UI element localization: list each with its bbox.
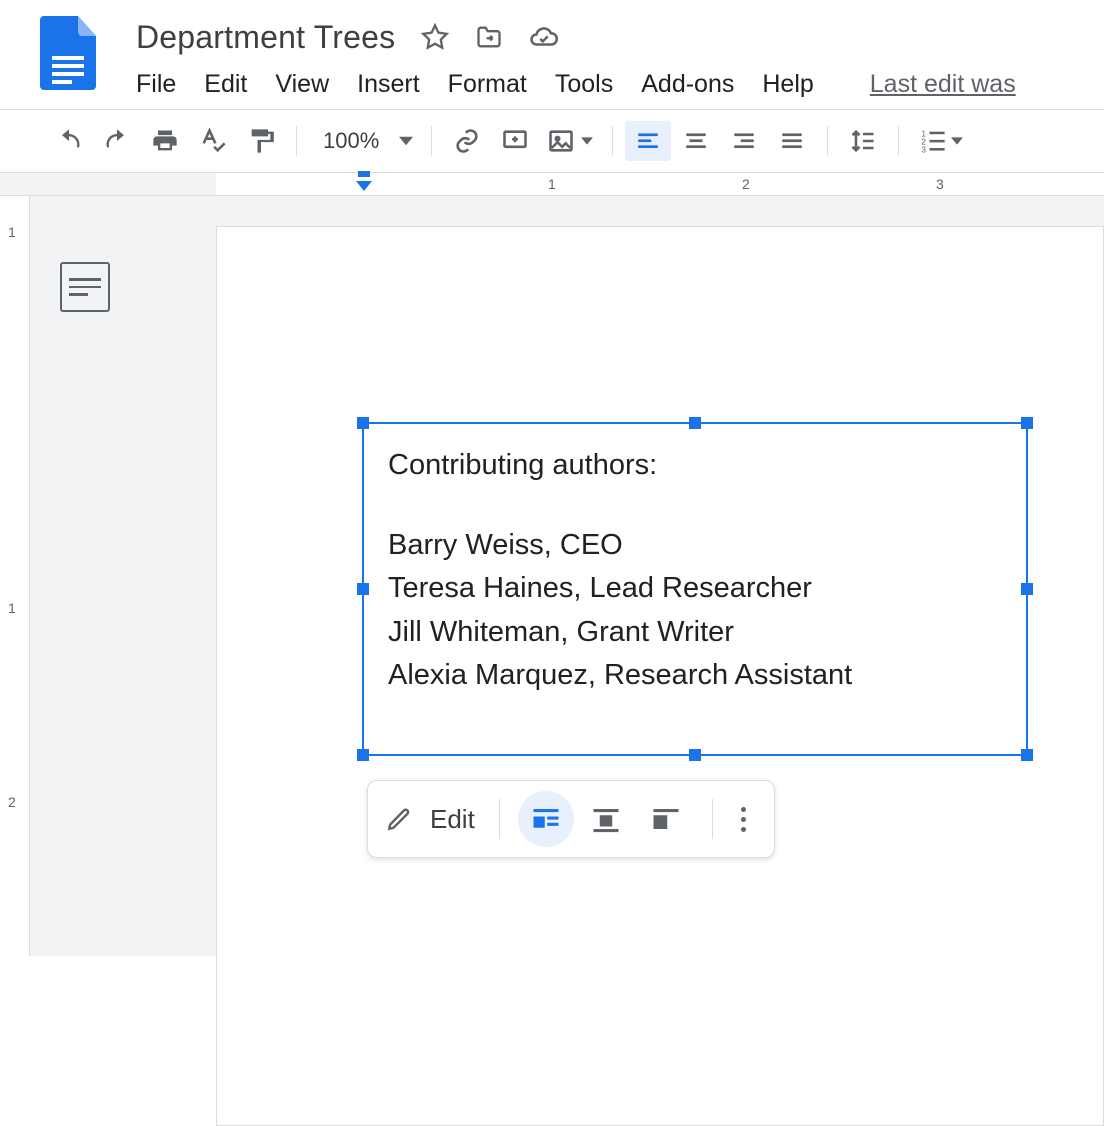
resize-handle[interactable] xyxy=(357,749,369,761)
wrap-behind-button[interactable] xyxy=(638,791,694,847)
resize-handle[interactable] xyxy=(357,583,369,595)
spellcheck-button[interactable] xyxy=(190,121,236,161)
resize-handle[interactable] xyxy=(1021,417,1033,429)
menu-help[interactable]: Help xyxy=(762,70,813,99)
menu-insert[interactable]: Insert xyxy=(357,70,420,99)
wrap-inline-button[interactable] xyxy=(518,791,574,847)
menu-view[interactable]: View xyxy=(275,70,329,99)
textbox-line: Barry Weiss, CEO xyxy=(388,524,1002,568)
menu-addons[interactable]: Add-ons xyxy=(641,70,734,99)
textbox-line: Jill Whiteman, Grant Writer xyxy=(388,611,1002,655)
menu-edit[interactable]: Edit xyxy=(204,70,247,99)
resize-handle[interactable] xyxy=(1021,749,1033,761)
print-button[interactable] xyxy=(142,121,188,161)
paint-format-button[interactable] xyxy=(238,121,284,161)
app-header: Department Trees File Edit xyxy=(0,0,1104,99)
chevron-down-icon xyxy=(951,135,963,147)
align-left-button[interactable] xyxy=(625,121,671,161)
document-page[interactable]: Contributing authors: Barry Weiss, CEO T… xyxy=(216,226,1104,1126)
menu-file[interactable]: File xyxy=(136,70,176,99)
align-justify-button[interactable] xyxy=(769,121,815,161)
move-to-folder-icon[interactable] xyxy=(475,23,503,51)
ruler-number: 1 xyxy=(8,224,16,240)
more-options-button[interactable] xyxy=(731,807,756,832)
line-spacing-button[interactable] xyxy=(840,121,886,161)
menu-bar: File Edit View Insert Format Tools Add-o… xyxy=(136,70,1104,99)
resize-handle[interactable] xyxy=(689,417,701,429)
zoom-select[interactable]: 100% xyxy=(309,128,419,154)
add-comment-button[interactable] xyxy=(492,121,538,161)
align-center-button[interactable] xyxy=(673,121,719,161)
last-edit-link[interactable]: Last edit was xyxy=(870,70,1016,99)
cloud-status-icon[interactable] xyxy=(529,22,559,52)
vertical-ruler[interactable]: 1 1 2 xyxy=(0,196,30,956)
numbered-list-button[interactable]: 1 2 3 xyxy=(911,121,971,161)
chevron-down-icon xyxy=(399,134,413,148)
ruler-number: 2 xyxy=(742,176,750,192)
insert-link-button[interactable] xyxy=(444,121,490,161)
indent-marker-icon[interactable] xyxy=(354,171,374,197)
image-options-toolbar: Edit xyxy=(367,780,775,858)
ruler-number: 2 xyxy=(8,794,16,810)
chevron-down-icon xyxy=(581,135,593,147)
align-right-button[interactable] xyxy=(721,121,767,161)
undo-button[interactable] xyxy=(46,121,92,161)
pencil-icon xyxy=(386,806,412,832)
menu-tools[interactable]: Tools xyxy=(555,70,613,99)
horizontal-ruler[interactable]: 1 2 3 xyxy=(0,172,1104,196)
zoom-value: 100% xyxy=(323,128,379,154)
drawing-text-content: Contributing authors: Barry Weiss, CEO T… xyxy=(364,424,1026,718)
resize-handle[interactable] xyxy=(1021,583,1033,595)
textbox-line: Alexia Marquez, Research Assistant xyxy=(388,654,1002,698)
resize-handle[interactable] xyxy=(689,749,701,761)
ruler-number: 1 xyxy=(8,600,16,616)
selected-drawing-object[interactable]: Contributing authors: Barry Weiss, CEO T… xyxy=(362,422,1028,756)
ruler-number: 3 xyxy=(936,176,944,192)
document-title[interactable]: Department Trees xyxy=(136,19,395,56)
document-outline-button[interactable] xyxy=(60,262,110,312)
docs-logo-icon[interactable] xyxy=(40,16,96,90)
ruler-number: 1 xyxy=(548,176,556,192)
insert-image-button[interactable] xyxy=(540,121,600,161)
resize-handle[interactable] xyxy=(357,417,369,429)
workspace: 1 1 2 Contributing authors: Barry Weiss,… xyxy=(0,196,1104,956)
textbox-line: Teresa Haines, Lead Researcher xyxy=(388,567,1002,611)
menu-format[interactable]: Format xyxy=(448,70,527,99)
star-icon[interactable] xyxy=(421,23,449,51)
toolbar: 100% 1 2 3 xyxy=(0,110,1104,172)
edit-drawing-button[interactable]: Edit xyxy=(386,804,481,835)
edit-label: Edit xyxy=(430,804,475,835)
svg-text:3: 3 xyxy=(922,146,927,155)
wrap-break-button[interactable] xyxy=(578,791,634,847)
redo-button[interactable] xyxy=(94,121,140,161)
textbox-heading: Contributing authors: xyxy=(388,444,1002,488)
